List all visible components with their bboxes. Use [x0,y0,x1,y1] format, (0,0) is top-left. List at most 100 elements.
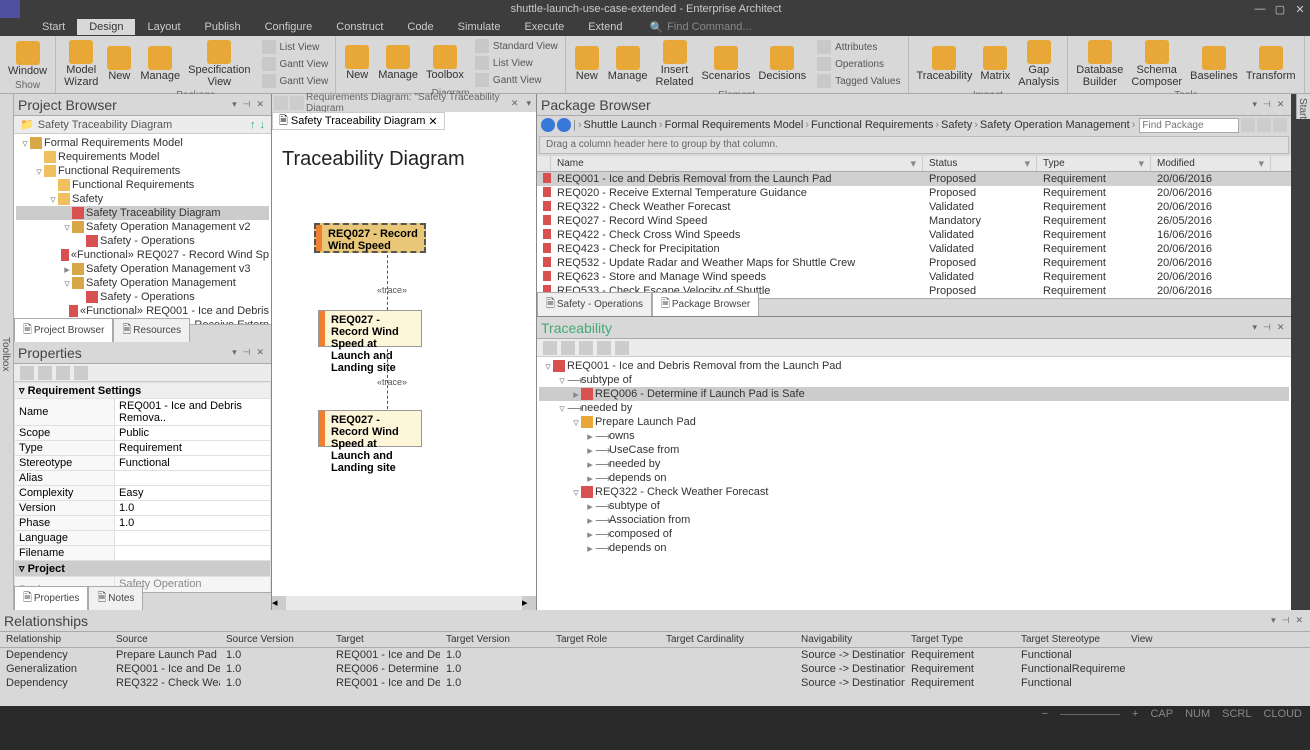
group-bar[interactable]: Drag a column header here to group by th… [539,136,1289,154]
diagram-element[interactable]: REQ027 - Record Wind Speed [314,223,426,253]
ribbon-manage[interactable]: Manage [376,43,420,83]
link-icon[interactable] [74,366,88,380]
tree-item[interactable]: ▸⟶owns [539,429,1289,443]
column-header[interactable]: Name ▾ [551,156,923,171]
find-command[interactable]: Find Command... [667,21,751,33]
menu-tab-publish[interactable]: Publish [193,19,253,35]
menu-icon[interactable]: ▾ [523,98,534,109]
ribbon-sub-list-view[interactable]: List View [474,55,559,71]
tree-item[interactable]: ▸⟶Association from [539,513,1289,527]
breadcrumb-item[interactable]: Safety Operation Management [980,119,1130,131]
tree-item[interactable]: ▿REQ001 - Ice and Debris Removal from th… [539,359,1289,373]
tree-item[interactable]: ▸⟶depends on [539,541,1289,555]
tree-item[interactable]: ▿Safety Operation Management [16,276,269,290]
dropdown-icon[interactable]: ▾ [1268,615,1279,626]
zoom-slider[interactable] [1060,714,1120,715]
ribbon-matrix[interactable]: Matrix [978,44,1012,84]
tab-package-browser[interactable]: 🗎Package Browser [652,292,759,316]
column-header[interactable]: Target Version [440,632,550,647]
close-panel-icon[interactable]: ✕ [1274,99,1288,110]
ribbon-gap[interactable]: GapAnalysis [1016,38,1061,90]
ribbon-model[interactable]: ModelWizard [62,38,100,90]
pin-icon[interactable]: ⊣ [240,347,254,358]
tab-safety---operations[interactable]: 🗎Safety - Operations [537,292,652,316]
ribbon-sub-gantt-view[interactable]: Gantt View [261,73,330,89]
search-icon[interactable] [1241,118,1255,132]
ribbon-traceability[interactable]: Traceability [915,44,975,84]
tool-icon[interactable] [561,341,575,355]
tree-item[interactable]: Safety - Operations [16,290,269,304]
dropdown-icon[interactable]: ▾ [1249,322,1260,333]
pin-icon[interactable]: ⊣ [1260,99,1274,110]
ribbon-sub-gantt-view[interactable]: Gantt View [261,56,330,72]
close-panel-icon[interactable]: ✕ [253,99,267,110]
diagram-canvas[interactable]: Traceability Diagram REQ027 - Record Win… [272,130,536,596]
prop-value[interactable]: 1.0 [115,501,271,516]
project-browser-tree[interactable]: ▿Formal Requirements ModelRequirements M… [14,134,271,324]
table-row[interactable]: REQ322 - Check Weather ForecastValidated… [537,200,1291,214]
ribbon-window[interactable]: Window [6,39,49,79]
nav-back-icon[interactable] [274,96,288,110]
sort-icon[interactable] [20,366,34,380]
dropdown-icon[interactable]: ▾ [229,99,240,110]
column-header[interactable]: Target Stereotype [1015,632,1125,647]
tree-item[interactable]: ▸⟶depends on [539,471,1289,485]
tree-item[interactable]: ▸⟶needed by [539,457,1289,471]
table-row[interactable]: DependencyPrepare Launch Pad1.0REQ001 - … [0,648,1310,662]
tree-item[interactable]: ▸⟶UseCase from [539,443,1289,457]
maximize-button[interactable]: ▢ [1270,3,1290,16]
nav-back-icon[interactable] [541,118,555,132]
prop-value[interactable]: Functional [115,456,271,471]
table-row[interactable]: REQ532 - Update Radar and Weather Maps f… [537,256,1291,270]
minimize-button[interactable]: — [1250,3,1270,16]
nav-icon[interactable] [56,366,70,380]
menu-tab-execute[interactable]: Execute [512,19,576,35]
prop-value[interactable]: REQ001 - Ice and Debris Remova.. [115,399,271,426]
ribbon-sub-operations[interactable]: Operations [816,56,901,72]
column-header[interactable]: Relationship [0,632,110,647]
close-tab-icon[interactable]: ✕ [508,98,522,109]
ribbon-new[interactable]: New [104,44,134,84]
tree-item[interactable]: ▿Prepare Launch Pad [539,415,1289,429]
breadcrumb-item[interactable]: Shuttle Launch [584,119,657,131]
tree-item[interactable]: ▿⟶subtype of [539,373,1289,387]
ribbon-scenarios[interactable]: Scenarios [699,44,752,84]
table-row[interactable]: GeneralizationREQ001 - Ice and Debris Re… [0,662,1310,676]
tree-item[interactable]: «Functional» REQ001 - Ice and Debris [16,304,269,318]
prop-value[interactable] [115,471,271,486]
column-header[interactable]: Source [110,632,220,647]
column-header[interactable]: Target [330,632,440,647]
tab-project-browser[interactable]: 🗎Project Browser [14,318,113,342]
pin-icon[interactable]: ⊣ [1260,322,1274,333]
tree-item[interactable]: Safety - Operations [16,234,269,248]
column-header[interactable]: Target Role [550,632,660,647]
tree-item[interactable]: ▸⟶subtype of [539,499,1289,513]
horizontal-scrollbar[interactable]: ◂ ▸ [272,596,536,610]
zoom-in-icon[interactable]: + [1132,708,1138,720]
table-row[interactable]: REQ001 - Ice and Debris Removal from the… [537,172,1291,186]
close-panel-icon[interactable]: ✕ [1292,615,1306,626]
tool-icon[interactable] [579,341,593,355]
column-header[interactable]: Target Type [905,632,1015,647]
table-row[interactable]: REQ422 - Check Cross Wind SpeedsValidate… [537,228,1291,242]
column-header[interactable]: View [1125,632,1215,647]
close-icon[interactable]: ✕ [428,115,437,128]
ribbon-decisions[interactable]: Decisions [756,44,808,84]
tree-item[interactable]: ▸REQ006 - Determine if Launch Pad is Saf… [539,387,1289,401]
ribbon-manage[interactable]: Manage [138,44,182,84]
tree-item[interactable]: Safety Traceability Diagram [16,206,269,220]
tree-item[interactable]: Requirements Model [16,150,269,164]
tree-item[interactable]: ▿Functional Requirements [16,164,269,178]
filter-icon[interactable] [38,366,52,380]
menu-tab-layout[interactable]: Layout [135,19,192,35]
pin-icon[interactable]: ⊣ [1279,615,1293,626]
ribbon-sub-attributes[interactable]: Attributes [816,39,901,55]
close-panel-icon[interactable]: ✕ [1274,322,1288,333]
nav-fwd-icon[interactable] [290,96,304,110]
tab-notes[interactable]: 🗎Notes [88,586,143,610]
diagram-element[interactable]: REQ027 - Record Wind Speed at Launch and… [318,310,422,347]
table-row[interactable]: REQ027 - Record Wind SpeedMandatoryRequi… [537,214,1291,228]
column-header[interactable]: Status ▾ [923,156,1037,171]
ribbon-manage[interactable]: Manage [606,44,650,84]
column-header[interactable]: Modified ▾ [1151,156,1271,171]
